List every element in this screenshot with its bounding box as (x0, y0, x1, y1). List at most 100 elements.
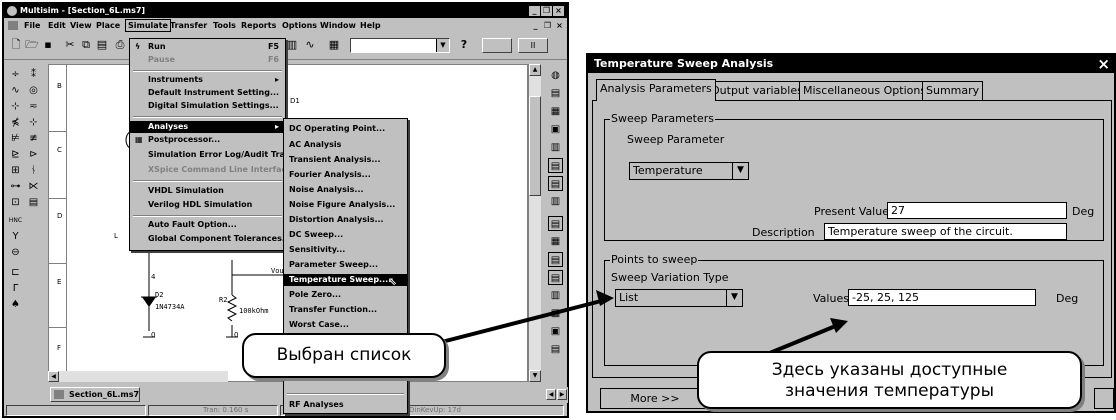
cmos-icon[interactable]: ⊹ (26, 115, 41, 130)
doc-close-button[interactable]: × (554, 21, 565, 31)
ladder-icon[interactable]: ⋉ (26, 179, 41, 194)
description-field[interactable]: Temperature sweep of the circuit. (824, 223, 1067, 240)
menu-options[interactable]: Options (282, 18, 317, 33)
scroll-up-arrow-icon[interactable]: ▲ (529, 64, 541, 76)
scroll-left-arrow-icon[interactable]: ◀ (48, 371, 59, 382)
analysis-transient[interactable]: Transient Analysis... (284, 154, 407, 166)
copy-icon[interactable]: ⧉ (78, 37, 94, 53)
menu-item-auto-fault-option[interactable]: Auto Fault Option... (130, 219, 285, 231)
analysis-worst-case[interactable]: Worst Case... (284, 319, 407, 331)
cut-icon[interactable]: ✂ (62, 37, 78, 53)
analysis-temperature-sweep[interactable]: Temperature Sweep... ⇖ (284, 274, 407, 288)
iv-analyzer-icon[interactable]: ▤ (548, 252, 563, 267)
menu-item-global-component-tolerances[interactable]: Global Component Tolerances... (130, 233, 291, 245)
multimeter-icon[interactable]: ◍ (548, 68, 563, 83)
menu-item-verilog-hdl-simulation[interactable]: Verilog HDL Simulation (130, 199, 285, 211)
tab-output-variables[interactable]: Output variables (707, 81, 807, 100)
menu-help[interactable]: Help (360, 18, 381, 33)
pause-button-icon[interactable]: II (518, 38, 548, 53)
dialog-close-icon[interactable]: × (1097, 55, 1110, 73)
analysis-distortion[interactable]: Distortion Analysis... (284, 214, 407, 226)
network-analyzer-icon[interactable]: ▦ (548, 306, 563, 321)
document-tab[interactable]: Section_6L.ms7 (50, 387, 140, 402)
doc-minimize-button[interactable]: _ (530, 21, 541, 31)
help-icon[interactable]: ? (456, 37, 472, 53)
minimize-button[interactable]: _ (529, 6, 540, 16)
more-button[interactable]: More >> (600, 388, 710, 409)
menu-view[interactable]: View (70, 18, 92, 33)
menu-file[interactable]: File (24, 18, 40, 33)
paste-icon[interactable]: ▤ (94, 37, 110, 53)
values-field[interactable]: -25, 25, 125 (848, 289, 1036, 306)
misc-icon[interactable]: ⊞ (8, 163, 23, 178)
analysis-dc-operating-point[interactable]: DC Operating Point... (284, 123, 407, 135)
component-search-combo[interactable]: ▼ (350, 38, 450, 53)
vertical-scrollbar[interactable]: ▲ ▼ (528, 64, 541, 382)
hier-icon[interactable]: HNC (8, 213, 23, 228)
analysis-sensitivity[interactable]: Sensitivity... (284, 244, 407, 256)
function-generator-icon[interactable]: ▤ (548, 86, 563, 101)
menu-item-run[interactable]: ϟ Run F5 (130, 41, 285, 53)
save-icon[interactable]: ▪ (40, 37, 56, 53)
tab-scroll-left-icon[interactable]: ◀ (546, 389, 556, 400)
sweep-variation-type-select[interactable]: List ▼ (615, 289, 743, 307)
scroll-thumb[interactable] (529, 96, 541, 196)
oscilloscope-icon[interactable]: ▣ (548, 122, 563, 137)
grapher-icon[interactable]: ▥ (284, 37, 300, 53)
analysis-noise-figure[interactable]: Noise Figure Analysis... (284, 199, 407, 211)
connector-icon[interactable]: ⊏ (8, 265, 23, 280)
bode-plotter-icon[interactable]: ▤ (548, 158, 563, 173)
wattmeter-icon[interactable]: ▦ (548, 104, 563, 119)
new-file-icon[interactable]: 🗋 (8, 37, 24, 53)
tab-miscellaneous-options[interactable]: Miscellaneous Options (799, 81, 931, 100)
analysis-ac[interactable]: AC Analysis (284, 139, 407, 151)
source-icon[interactable]: ÷ (8, 67, 23, 82)
ttl-icon[interactable]: ⋠ (8, 115, 23, 130)
table-icon[interactable]: ▦ (326, 37, 342, 53)
print-icon[interactable]: ⎙ (112, 37, 128, 53)
combo-arrow-icon[interactable]: ▼ (436, 39, 449, 52)
mcu-icon[interactable]: ⊡ (8, 195, 23, 210)
menu-place[interactable]: Place (96, 18, 120, 33)
analysis-fourier[interactable]: Fourier Analysis... (284, 169, 407, 181)
menu-transfer[interactable]: Transfer (170, 18, 207, 33)
distortion-analyzer-icon[interactable]: ▤ (548, 270, 563, 285)
wire-icon[interactable]: Γ (8, 281, 23, 296)
run-switch-icon[interactable] (482, 38, 512, 53)
tab-analysis-parameters[interactable]: Analysis Parameters (596, 79, 716, 101)
antenna-icon[interactable]: Y (8, 229, 23, 244)
menu-window[interactable]: Window (320, 18, 356, 33)
probe-icon[interactable]: ∿ (302, 37, 318, 53)
electromech-icon[interactable]: ⊶ (8, 179, 23, 194)
analysis-rf-analyses[interactable]: RF Analyses (284, 399, 407, 411)
analysis-noise[interactable]: Noise Analysis... (284, 184, 407, 196)
restore-button[interactable]: ❐ (541, 6, 552, 16)
close-button[interactable]: × (553, 6, 564, 16)
misc-digital-icon[interactable]: ⊭ (8, 131, 23, 146)
open-folder-icon[interactable]: 🗁 (24, 37, 40, 53)
bus-icon[interactable]: ⊖ (8, 245, 23, 260)
menu-simulate[interactable]: Simulate (125, 19, 171, 32)
indicator-icon[interactable]: ⊵ (8, 147, 23, 162)
doc-restore-button[interactable]: ❐ (542, 21, 553, 31)
agilent-icon[interactable]: ▣ (548, 324, 563, 339)
menu-item-instruments[interactable]: Instruments ▸ (130, 74, 285, 86)
analysis-parameter-sweep[interactable]: Parameter Sweep... (284, 259, 407, 271)
menu-reports[interactable]: Reports (241, 18, 276, 33)
analysis-dc-sweep[interactable]: DC Sweep... (284, 229, 407, 241)
tektronix-icon[interactable]: ▤ (548, 342, 563, 357)
menu-item-vhdl-simulation[interactable]: VHDL Simulation (130, 185, 285, 197)
dropdown-arrow-icon[interactable]: ▼ (732, 163, 748, 179)
scroll-down-arrow-icon[interactable]: ▼ (529, 370, 541, 382)
power-icon[interactable]: ⊳ (26, 147, 41, 162)
spectrum-analyzer-icon[interactable]: ▥ (548, 288, 563, 303)
menu-item-postprocessor[interactable]: ▦ Postprocessor... (130, 134, 285, 146)
menu-item-analyses[interactable]: Analyses ▸ (130, 121, 285, 133)
basic-icon[interactable]: ⁑ (26, 67, 41, 82)
transistor-icon[interactable]: ⊹ (8, 99, 23, 114)
word-generator-icon[interactable]: ▥ (548, 194, 563, 209)
mixed-icon[interactable]: ≢ (26, 131, 41, 146)
logic-analyzer-icon[interactable]: ▤ (548, 216, 563, 231)
resistor-icon[interactable]: ∿ (8, 83, 23, 98)
tab-scroll-right-icon[interactable]: ▶ (557, 389, 567, 400)
